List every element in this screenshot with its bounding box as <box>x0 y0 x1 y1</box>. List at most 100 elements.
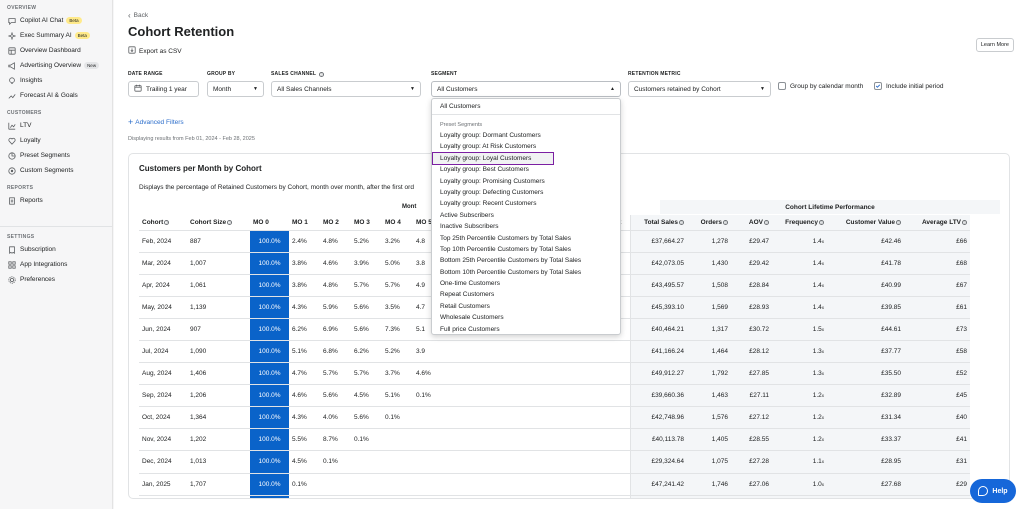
sidebar-item-advertising-overview[interactable]: Advertising Overview New <box>0 58 112 73</box>
cell-customer-value: £25.78 <box>827 495 904 498</box>
sidebar-item-copilot-ai-chat[interactable]: Copilot AI Chat Beta <box>0 13 112 28</box>
cell-mo4: 5.1% <box>382 384 413 408</box>
cell-cohort: Jan, 2025 <box>139 473 187 496</box>
info-icon[interactable]: ? <box>679 219 684 225</box>
include-initial-toggle[interactable]: Include initial period <box>874 82 943 90</box>
table-row: Feb, 202534100.0%£876.6734£25.781.0x£25.… <box>139 495 970 498</box>
sidebar-item-forecast-ai-goals[interactable]: Forecast AI & Goals <box>0 88 112 103</box>
segment-option-inactive-subscribers[interactable]: Inactive Subscribers <box>432 221 620 232</box>
cell-customer-value: £27.68 <box>827 473 904 496</box>
segment-option-retail-customers[interactable]: Retail Customers <box>432 301 620 312</box>
info-icon[interactable]: ? <box>227 219 233 225</box>
info-icon[interactable]: ? <box>164 219 170 225</box>
sidebar-item-subscription[interactable]: Subscription <box>0 242 112 257</box>
info-icon[interactable]: ? <box>896 219 901 225</box>
sidebar-item-overview-dashboard[interactable]: Overview Dashboard <box>0 43 112 58</box>
sidebar-item-preset-segments[interactable]: Preset Segments <box>0 148 112 163</box>
group-by-calendar-checkbox[interactable] <box>778 82 786 90</box>
segment-option-loyalty-group-loyal-customers[interactable]: Loyalty group: Loyal Customers <box>432 151 554 166</box>
frequency-suffix: x <box>821 349 824 355</box>
info-icon[interactable]: ? <box>819 219 824 225</box>
info-icon[interactable]: ? <box>962 219 967 225</box>
col-cohort-label: Cohort <box>142 218 164 226</box>
col-mo1[interactable]: MO 1 <box>289 215 320 231</box>
sales-channel-select[interactable]: All Sales Channels ▼ <box>271 81 421 97</box>
sidebar-item-app-integrations[interactable]: App Integrations <box>0 257 112 272</box>
cell-mo1: 4.3% <box>289 406 320 430</box>
segment-option-repeat-customers[interactable]: Repeat Customers <box>432 289 620 300</box>
sidebar-item-label: Preferences <box>20 276 56 283</box>
col-mo4[interactable]: MO 4 <box>382 215 413 231</box>
col-average-ltv[interactable]: Average LTV? <box>904 215 970 231</box>
include-initial-checkbox[interactable] <box>874 82 882 90</box>
col-aov-label: AOV <box>748 218 763 226</box>
cell-frequency: 1.0x <box>772 495 827 498</box>
segment-option-top-25th-percentile-customers-by-total-sales[interactable]: Top 25th Percentile Customers by Total S… <box>432 233 620 244</box>
segment-option-one-time-customers[interactable]: One-time Customers <box>432 278 620 289</box>
col-aov[interactable]: AOV? <box>731 215 772 231</box>
segment-option-loyalty-group-best-customers[interactable]: Loyalty group: Best Customers <box>432 164 620 175</box>
cell-cohort: Feb, 2025 <box>139 495 187 498</box>
help-button[interactable]: Help <box>970 479 1016 503</box>
cell-frequency: 1.0x <box>772 473 827 496</box>
col-mo3[interactable]: MO 3 <box>351 215 382 231</box>
sidebar-item-loyalty[interactable]: Loyalty <box>0 133 112 148</box>
advanced-filters-link[interactable]: + Advanced Filters <box>128 118 184 127</box>
group-by-calendar-toggle[interactable]: Group by calendar month <box>778 82 863 90</box>
cell-mo5 <box>413 450 444 474</box>
date-range-select[interactable]: Trailing 1 year <box>128 81 199 97</box>
segment-option-loyalty-group-defecting-customers[interactable]: Loyalty group: Defecting Customers <box>432 187 620 198</box>
cell-orders: 1,576 <box>687 406 731 430</box>
segment-option-all[interactable]: All Customers <box>432 99 620 115</box>
cell-aov: £30.72 <box>731 318 772 341</box>
cell-hidden <box>444 428 599 452</box>
info-icon[interactable]: ? <box>723 219 728 225</box>
sidebar-item-ltv[interactable]: LTV <box>0 118 112 133</box>
cell-total-sales: £39,660.36 <box>629 384 687 408</box>
segment-option-loyalty-group-at-risk-customers[interactable]: Loyalty group: At Risk Customers <box>432 141 620 152</box>
segment-option-loyalty-group-promising-customers[interactable]: Loyalty group: Promising Customers <box>432 176 620 187</box>
info-icon[interactable]: ? <box>764 219 769 225</box>
retention-metric-select[interactable]: Customers retained by Cohort ▼ <box>628 81 771 97</box>
segment-option-bottom-25th-percentile-customers-by-total-sales[interactable]: Bottom 25th Percentile Customers by Tota… <box>432 255 620 266</box>
segment-option-wholesale-customers[interactable]: Wholesale Customers <box>432 312 620 323</box>
frequency-suffix: x <box>821 282 824 288</box>
segment-option-loyalty-group-dormant-customers[interactable]: Loyalty group: Dormant Customers <box>432 130 620 141</box>
table-row: Aug, 2024 1,406 100.0% 4.7% 5.7% 5.7% 3.7% 4.6%… <box>139 362 970 386</box>
col-frequency[interactable]: Frequency? <box>772 215 827 231</box>
cell-mo0: 100.0% <box>250 274 289 297</box>
frequency-value: 1.4 <box>812 237 822 245</box>
sidebar-item-label: Copilot AI Chat <box>20 17 64 24</box>
segment-option-full-price-customers[interactable]: Full price Customers <box>432 324 620 334</box>
frequency-value: 1.1 <box>812 458 822 466</box>
cell-mo12 <box>599 450 630 474</box>
segment-option-bottom-10th-percentile-customers-by-total-sales[interactable]: Bottom 10th Percentile Customers by Tota… <box>432 267 620 278</box>
sidebar-item-insights[interactable]: Insights <box>0 73 112 88</box>
col-cohort[interactable]: Cohort? <box>139 215 187 231</box>
info-icon[interactable]: ? <box>319 71 325 77</box>
col-orders[interactable]: Orders? <box>687 215 731 231</box>
col-total-sales[interactable]: Total Sales? <box>629 215 687 231</box>
col-cohort-size[interactable]: Cohort Size? <box>187 215 250 231</box>
segment-option-active-subscribers[interactable]: Active Subscribers <box>432 210 620 221</box>
sidebar-item-preferences[interactable]: Preferences <box>0 272 112 287</box>
segment-option-top-10th-percentile-customers-by-total-sales[interactable]: Top 10th Percentile Customers by Total S… <box>432 244 620 255</box>
segment-select[interactable]: All Customers ▲ <box>431 81 621 97</box>
frequency-suffix: x <box>821 415 824 421</box>
segment-option-loyalty-group-recent-customers[interactable]: Loyalty group: Recent Customers <box>432 198 620 209</box>
col-mo2[interactable]: MO 2 <box>320 215 351 231</box>
col-mo0[interactable]: MO 0 <box>250 215 289 231</box>
group-by-select[interactable]: Month ▼ <box>207 81 264 97</box>
sidebar-item-reports[interactable]: Reports <box>0 193 112 208</box>
sidebar-item-exec-summary-ai[interactable]: Exec Summary AI Beta <box>0 28 112 43</box>
frequency-value: 1.3 <box>812 348 822 356</box>
sidebar-item-custom-segments[interactable]: Custom Segments <box>0 163 112 178</box>
cell-total-sales: £45,393.10 <box>629 296 687 319</box>
export-csv-button[interactable]: Export as CSV <box>128 46 182 56</box>
cell-orders: 1,405 <box>687 428 731 452</box>
cell-total-sales: £42,748.96 <box>629 406 687 430</box>
back-link[interactable]: ‹ Back <box>128 11 148 20</box>
learn-more-button[interactable]: Learn More <box>975 38 1014 52</box>
col-customer-value[interactable]: Customer Value? <box>827 215 904 231</box>
card-description: Displays the percentage of Retained Cust… <box>139 184 414 191</box>
